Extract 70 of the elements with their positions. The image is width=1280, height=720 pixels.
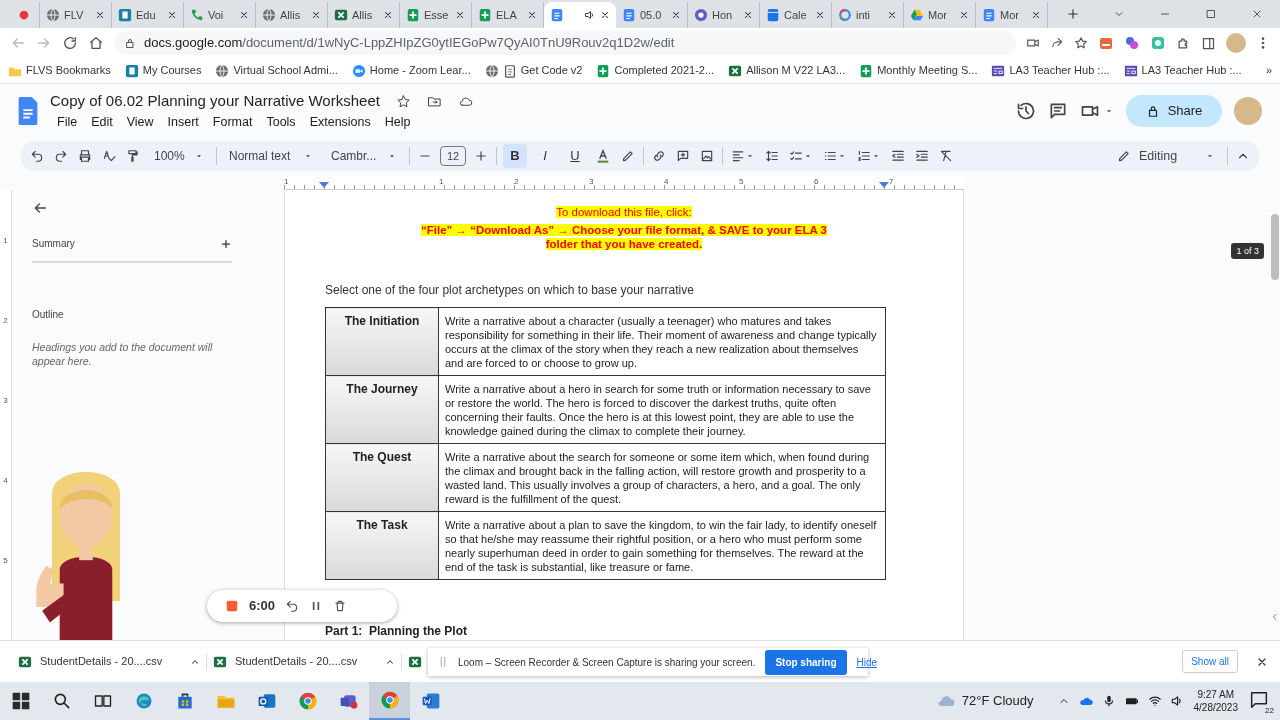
sharing-message: Loom – Screen Recorder & Screen Capture is sharing your screen. (458, 655, 756, 670)
archetype-description: Write a narrative about the search for someone or some item which, when found during the climax and brought back in the falling action, will restore growth and prosperity to a wasted land. This usually involves a group of characters, a hero, and a goal. The only reward is the fulfillment of the quest. (438, 443, 886, 512)
menu-item[interactable]: Tools (259, 112, 303, 132)
menu-item[interactable]: Format (205, 112, 260, 132)
ruler-number: 1 (3, 235, 8, 247)
font-size-field[interactable]: 12 (440, 146, 466, 166)
stop-sharing-button[interactable]: Stop sharing (765, 649, 847, 675)
bookmark[interactable]: Completed 2021-2... (596, 62, 715, 79)
ruler-number: 4 (3, 475, 8, 487)
style-dropdown[interactable]: Normal text (223, 147, 319, 165)
ruler-number: 7 (889, 176, 894, 188)
ruler-number: 1 (284, 176, 289, 188)
summary-label: Summary (32, 237, 75, 251)
ruler-number: 5 (3, 555, 8, 567)
menu-item[interactable]: Help (377, 112, 418, 132)
format-button[interactable]: U (563, 144, 587, 168)
bookmark[interactable]: FLVS Bookmarks (8, 62, 111, 79)
archetype-description: Write a narrative about a hero in search for some truth or information necessary to save or restore the world. The hero is forced to discover the darkest truths, quite often concerning their faults. Once the hero is at this lowest point, they are able to use the knowledge gained during the climax to complete their journey. (438, 375, 886, 444)
zoom-dropdown[interactable]: 100% (148, 147, 210, 165)
format-button[interactable]: I (533, 144, 557, 168)
bookmark[interactable]: Virtual School Admi... (215, 62, 338, 79)
clock-date[interactable]: 4/28/2023 (1193, 701, 1238, 714)
section-heading: Part 1: Planning the Plot (325, 623, 468, 640)
menu-item[interactable]: File (50, 112, 85, 132)
archetype-name: The Initiation (325, 307, 439, 376)
hide-link[interactable]: Hide (856, 654, 878, 670)
outline-label: Outline (32, 308, 65, 322)
font-dropdown[interactable]: Cambr... (325, 147, 403, 165)
more-bookmarks[interactable]: » (1265, 62, 1272, 79)
archetype-name: The Task (325, 511, 439, 580)
recording-time: 6:00 (249, 597, 276, 616)
menu-item[interactable]: Insert (160, 112, 206, 132)
ruler-number: 5 (739, 176, 744, 188)
bookmark[interactable]: Get Code v2 (484, 62, 583, 79)
bookmark[interactable]: Home - Zoom Lear... (351, 62, 471, 79)
document-title[interactable]: Copy of 06.02 Planning your Narrative Worksheet (50, 90, 380, 113)
outline-hint: Headings you add to the document will appear here. (32, 340, 214, 368)
archetype-description: Write a narrative about a character (usually a teenager) who matures and takes responsibility for something in their life. Their moment of awareness and change typically occurs at the climax of the story when they reach a new realization about themselves and are forced to or choose to grow up. (438, 307, 886, 376)
download-instructions: “File” → “Download As” → Choose your file format, & SAVE to your ELA 3 folder that you have created. (420, 223, 828, 252)
bookmark[interactable]: Monthly Meeting S... (859, 62, 978, 79)
format-button[interactable]: B (503, 144, 527, 168)
ruler-number: 2 (3, 315, 8, 327)
weather-text[interactable]: 72°F Cloudy (961, 691, 1034, 711)
menu-item[interactable]: Edit (84, 112, 120, 132)
archetype-name: The Journey (325, 375, 439, 444)
menu-item[interactable]: View (119, 112, 161, 132)
ruler-number: 6 (814, 176, 819, 188)
ruler-number: 3 (3, 395, 8, 407)
clock-time[interactable]: 9:27 AM (1193, 688, 1238, 701)
download-item[interactable]: StudentDetails - 20....csv (235, 653, 377, 670)
ruler-number: 4 (664, 176, 669, 188)
notification-count: 22 (1265, 706, 1274, 715)
download-item[interactable]: StudentDetails - 20....csv (40, 653, 182, 670)
bookmark[interactable]: LA3 Teacher Hub :... (991, 62, 1110, 79)
ruler-number: 3 (589, 176, 594, 188)
editing-mode-dropdown[interactable]: Editing (1111, 146, 1221, 166)
share-button[interactable]: Share (1126, 95, 1222, 127)
page-counter: 1 of 3 (1231, 243, 1264, 259)
bookmark[interactable]: My Courses (124, 62, 202, 79)
download-notice: To download this file, click: (556, 206, 692, 218)
archetype-description: Write a narrative about a plan to save the kingdom, to win the fair lady, to identify oneself so that he/she may reassume their rightful position, or a hero who must perform some nearly superhuman deed in order to gain something for themselves. The reward at the end of the task is substantial, like treasure or fame. (438, 511, 886, 580)
menu-item[interactable]: Extensions (302, 112, 378, 132)
ruler-number: 2 (514, 176, 519, 188)
ruler-number: 1 (439, 176, 444, 188)
instruction-text: Select one of the four plot archetypes on which to base your narrative (325, 282, 695, 300)
show-all-button[interactable]: Show all (1182, 650, 1238, 673)
address-field[interactable]: docs.google.com/document/d/1wNyC-LppZHIpZG0ytIEGoPw7QyAI0TnU9Rouv2q1D2w/edit (114, 31, 1016, 55)
archetype-name: The Quest (325, 443, 439, 512)
bookmark[interactable]: LA3 Teacher Hub :... (1123, 62, 1242, 79)
bookmark[interactable]: Allison M V22 LA3... (728, 62, 846, 79)
